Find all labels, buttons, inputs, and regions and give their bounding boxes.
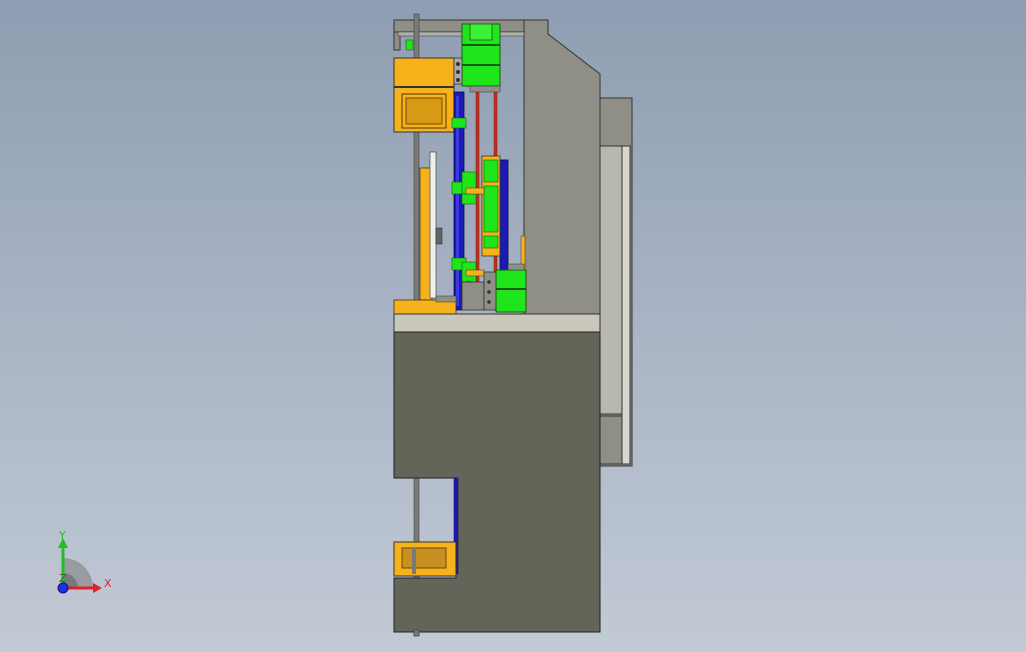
upper-frame-plate[interactable] — [523, 19, 601, 315]
blue-cylinder-right[interactable] — [499, 159, 509, 271]
y-axis-label: Y — [58, 529, 66, 542]
left-yellow-strip — [419, 151, 443, 301]
upper-yellow-block[interactable] — [393, 57, 455, 133]
cad-model-view[interactable] — [0, 0, 1026, 652]
table-plate[interactable] — [393, 313, 601, 333]
lower-motor[interactable] — [495, 263, 527, 313]
top-crossbar[interactable] — [393, 19, 525, 33]
z-axis-label: Z — [59, 572, 67, 585]
x-axis-label: X — [104, 577, 112, 590]
lower-yellow-block[interactable] — [393, 541, 457, 577]
sensor-block — [405, 39, 414, 51]
graphics-viewport[interactable]: Y X Z — [0, 0, 1026, 652]
middle-carriage[interactable] — [481, 155, 501, 257]
side-column[interactable] — [599, 97, 633, 467]
coordinate-triad: Y X Z — [57, 529, 112, 594]
